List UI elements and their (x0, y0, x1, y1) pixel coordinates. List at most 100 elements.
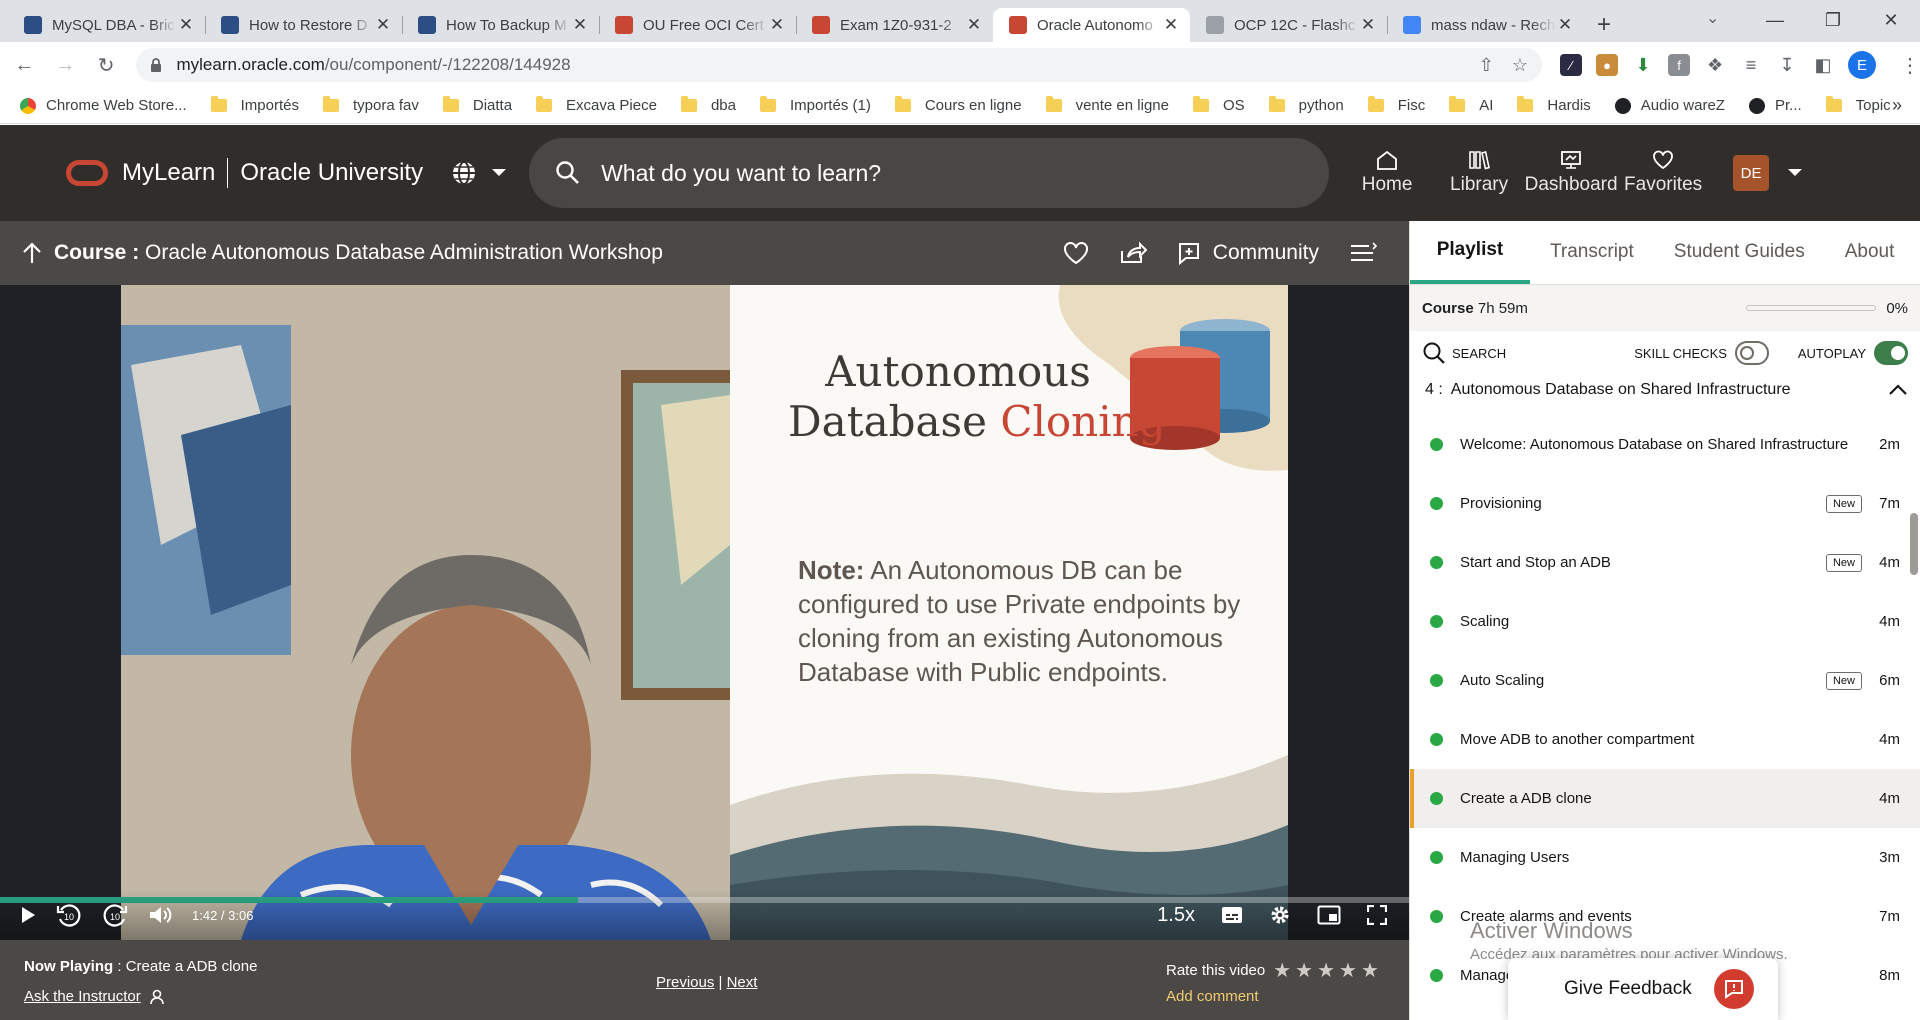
minimize-button[interactable]: — (1746, 0, 1804, 40)
browser-tab[interactable]: OU Free OCI Cert ✕ (599, 8, 796, 42)
play-button[interactable] (20, 906, 36, 924)
bookmark-item[interactable]: typora fav (322, 96, 419, 114)
tab-close-icon[interactable]: ✕ (374, 15, 392, 35)
brand-name[interactable]: MyLearn (122, 159, 215, 187)
volume-button[interactable] (148, 905, 172, 925)
bookmark-item[interactable]: Audio wareZ (1614, 97, 1725, 114)
language-selector[interactable] (451, 160, 507, 186)
profile-avatar[interactable]: E (1848, 51, 1877, 79)
rewind-10-button[interactable]: 10 (56, 902, 82, 928)
autoplay-toggle[interactable]: AUTOPLAY (1798, 341, 1908, 365)
tab-search-icon[interactable]: ⌄ (1706, 8, 1719, 28)
browser-menu-icon[interactable]: ⋮ (1900, 53, 1920, 78)
rating-star-icon[interactable]: ★ (1295, 958, 1313, 983)
playback-speed-button[interactable]: 1.5x (1157, 904, 1195, 927)
brand-subname[interactable]: Oracle University (240, 159, 423, 187)
bookmark-item[interactable]: Pr... (1748, 97, 1802, 114)
tab-close-icon[interactable]: ✕ (768, 15, 786, 35)
tab-close-icon[interactable]: ✕ (1359, 15, 1377, 35)
skill-checks-switch[interactable] (1734, 341, 1769, 365)
extension-icon[interactable]: f (1668, 54, 1691, 76)
search-bar[interactable]: What do you want to learn? (529, 138, 1330, 208)
share-button[interactable] (1119, 241, 1147, 265)
cookie-extension-icon[interactable]: ● (1596, 54, 1619, 76)
forward-button[interactable]: → (49, 54, 82, 77)
rating-star-icon[interactable]: ★ (1339, 958, 1357, 983)
download-extension-icon[interactable]: ⬇ (1632, 54, 1655, 76)
nav-dashboard[interactable]: Dashboard (1525, 150, 1618, 196)
browser-tab[interactable]: OCP 12C - Flashc ✕ (1190, 8, 1387, 42)
previous-link[interactable]: Previous (656, 974, 714, 991)
chevron-up-icon[interactable] (1888, 384, 1908, 396)
reading-list-icon[interactable]: ≡ (1740, 54, 1763, 76)
rating-star-icon[interactable]: ★ (1273, 958, 1291, 983)
nav-library[interactable]: Library (1433, 150, 1525, 196)
picture-in-picture-button[interactable] (1317, 905, 1341, 925)
lesson-item[interactable]: Auto Scaling New 6m (1410, 651, 1920, 710)
oracle-logo[interactable] (66, 160, 108, 186)
bookmark-star-icon[interactable]: ☆ (1512, 55, 1528, 76)
next-link[interactable]: Next (727, 974, 758, 991)
bookmark-item[interactable]: OS (1192, 96, 1245, 114)
restore-button[interactable]: ❐ (1804, 0, 1862, 40)
tab-close-icon[interactable]: ✕ (177, 15, 195, 35)
extension-icon[interactable]: ∕ (1560, 54, 1583, 76)
bookmark-item[interactable]: Importés (210, 96, 299, 114)
video-player[interactable]: Autonomous Database Cloning Note: An Aut… (0, 285, 1409, 940)
browser-tab[interactable]: Oracle Autonomo ✕ (993, 8, 1190, 42)
bookmark-item[interactable]: Excava Piece (536, 96, 657, 114)
bookmark-item[interactable]: Importés (1) (759, 96, 871, 114)
tab-close-icon[interactable]: ✕ (1556, 15, 1574, 35)
lesson-item[interactable]: Welcome: Autonomous Database on Shared I… (1410, 415, 1920, 474)
playlist-toggle-button[interactable] (1349, 241, 1379, 265)
fullscreen-button[interactable] (1367, 905, 1387, 925)
close-window-button[interactable]: ✕ (1862, 0, 1920, 40)
back-button[interactable]: ← (8, 54, 41, 77)
favorite-button[interactable] (1063, 241, 1089, 265)
extensions-puzzle-icon[interactable]: ❖ (1704, 54, 1727, 76)
bookmark-item[interactable]: AI (1449, 96, 1493, 114)
settings-button[interactable] (1269, 904, 1291, 926)
lesson-item[interactable]: Create a ADB clone 4m (1410, 769, 1920, 828)
bookmark-item[interactable]: dba (680, 96, 736, 114)
tab-about[interactable]: About (1825, 221, 1915, 284)
bookmark-item[interactable]: Cours en ligne (894, 96, 1022, 114)
bookmark-item[interactable]: Fisc (1367, 96, 1425, 114)
address-bar[interactable]: mylearn.oracle.com/ou/component/-/122208… (136, 48, 1543, 82)
browser-tab[interactable]: How to Restore D ✕ (205, 8, 402, 42)
downloads-icon[interactable]: ↧ (1776, 54, 1799, 76)
skill-checks-toggle[interactable]: SKILL CHECKS (1634, 341, 1769, 365)
tab-close-icon[interactable]: ✕ (571, 15, 589, 35)
tab-close-icon[interactable]: ✕ (965, 15, 983, 35)
bookmark-item[interactable]: Hardis (1517, 96, 1591, 114)
lesson-item[interactable]: Managing Users 3m (1410, 828, 1920, 887)
rating-star-icon[interactable]: ★ (1361, 958, 1379, 983)
module-header[interactable]: 4 : Autonomous Database on Shared Infras… (1410, 375, 1920, 415)
tab-transcript[interactable]: Transcript (1530, 221, 1654, 284)
side-panel-icon[interactable]: ◧ (1812, 54, 1835, 76)
lesson-item[interactable]: Provisioning New 7m (1410, 474, 1920, 533)
add-comment-link[interactable]: Add comment (1166, 988, 1259, 1005)
arrow-up-icon[interactable] (22, 242, 42, 264)
give-feedback-button[interactable]: Give Feedback (1508, 958, 1778, 1020)
tab-close-icon[interactable]: ✕ (1162, 15, 1180, 35)
panel-scrollbar[interactable] (1910, 513, 1918, 575)
browser-tab[interactable]: How To Backup M ✕ (402, 8, 599, 42)
tab-playlist[interactable]: Playlist (1410, 221, 1530, 284)
browser-tab[interactable]: Exam 1Z0-931-2 ✕ (796, 8, 993, 42)
playlist-search-button[interactable]: SEARCH (1422, 341, 1506, 365)
browser-tab[interactable]: mass ndaw - Rech ✕ (1387, 8, 1584, 42)
browser-tab[interactable]: MySQL DBA - Bric ✕ (8, 8, 205, 42)
nav-favorites[interactable]: Favorites (1617, 150, 1709, 196)
autoplay-switch[interactable] (1874, 341, 1908, 365)
share-icon[interactable]: ⇧ (1479, 55, 1494, 76)
bookmark-item[interactable]: vente en ligne (1045, 96, 1169, 114)
user-avatar[interactable]: DE (1733, 155, 1770, 191)
reload-button[interactable]: ↻ (90, 53, 123, 78)
user-menu-chevron-icon[interactable] (1787, 168, 1803, 178)
bookmark-item[interactable]: Chrome Web Store... (20, 97, 187, 114)
bookmark-item[interactable]: Topic (1825, 96, 1891, 114)
community-button[interactable]: Community (1177, 241, 1319, 265)
lesson-item[interactable]: Move ADB to another compartment 4m (1410, 710, 1920, 769)
ask-instructor-link[interactable]: Ask the Instructor (24, 988, 165, 1005)
